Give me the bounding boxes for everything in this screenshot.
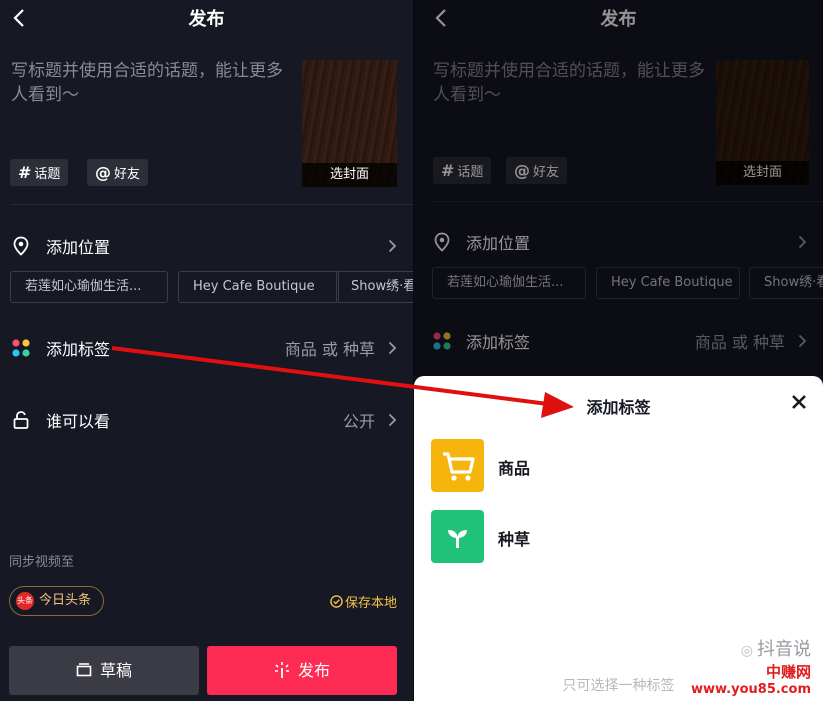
annotation-arrow-shaft (111, 346, 549, 406)
annotation-arrow-head (541, 392, 574, 418)
watermark: ◎ 抖音说 中赚网 www.you85.com (691, 635, 811, 697)
annotation-arrow (111, 346, 574, 418)
watermark-url: www.you85.com (690, 682, 811, 697)
watermark-line1: 抖音说 (757, 639, 811, 660)
watermark-wechat: ◎ 抖音说 (691, 635, 811, 661)
wechat-icon: ◎ (740, 643, 753, 659)
watermark-site: 中赚网 www.you85.com (691, 661, 811, 697)
watermark-brand: 中赚网 (765, 663, 811, 681)
